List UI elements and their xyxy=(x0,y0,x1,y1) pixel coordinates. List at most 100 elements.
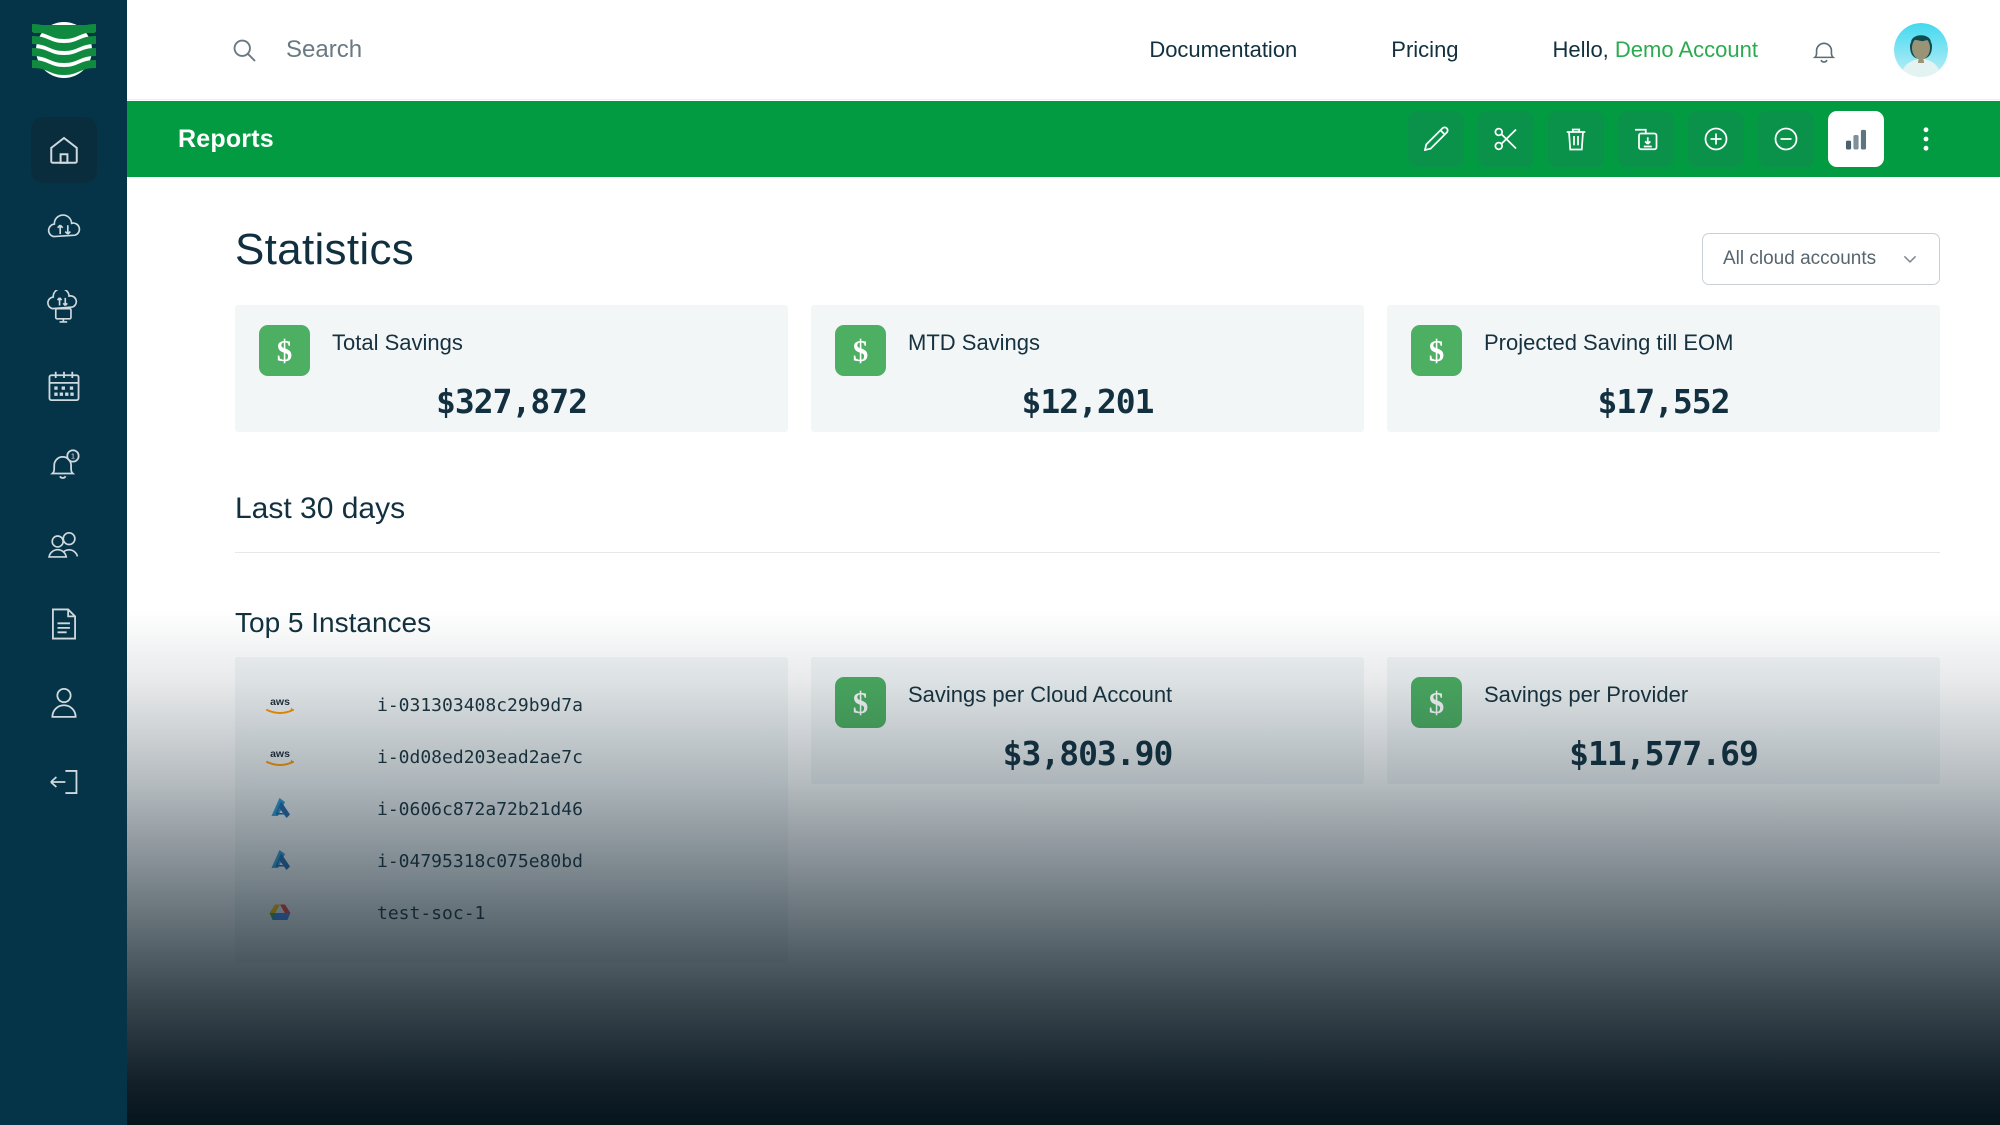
search-input[interactable] xyxy=(286,35,646,64)
list-item[interactable]: i-0606c872a72b21d46 xyxy=(259,783,764,835)
total-savings-label: Total Savings xyxy=(332,330,463,355)
top-navigation-bar: Documentation Pricing Hello, Demo Accoun… xyxy=(127,0,2000,100)
bell-icon xyxy=(1812,42,1836,63)
sidebar-item-cloud-instances[interactable] xyxy=(0,268,127,347)
greeting-prefix: Hello, xyxy=(1552,36,1609,62)
stat-cards-row: $ Total Savings $327,872 $ MTD Savings $… xyxy=(235,305,1940,432)
dollar-icon: $ xyxy=(1411,677,1462,728)
top-instances-list: aws i-031303408c29b9d7a aws i-0d08ed203e… xyxy=(235,657,788,963)
sidebar-item-cloud-transfer[interactable] xyxy=(0,189,127,268)
user-avatar xyxy=(1894,22,1948,77)
list-item[interactable]: aws i-0d08ed203ead2ae7c xyxy=(259,731,764,783)
search-area[interactable] xyxy=(230,35,646,64)
pricing-link[interactable]: Pricing xyxy=(1391,37,1458,63)
savings-per-cloud-account-value: $3,803.90 xyxy=(1002,734,1174,773)
sidebar-item-teams[interactable] xyxy=(0,505,127,584)
trash-icon xyxy=(1566,128,1586,151)
mtd-savings-value: $12,201 xyxy=(1021,382,1154,421)
instance-id: i-0606c872a72b21d46 xyxy=(377,798,583,820)
add-button[interactable] xyxy=(1688,111,1744,167)
bottom-row: aws i-031303408c29b9d7a aws i-0d08ed203e… xyxy=(235,657,1940,963)
user-icon xyxy=(50,687,77,718)
list-item[interactable]: test-soc-1 xyxy=(259,887,764,939)
avatar[interactable] xyxy=(1894,22,1948,77)
cloud-stripes-logo xyxy=(31,22,96,78)
remove-button[interactable] xyxy=(1758,111,1814,167)
scissors-icon xyxy=(1494,127,1517,151)
delete-button[interactable] xyxy=(1548,111,1604,167)
calendar-icon xyxy=(48,371,79,401)
chevron-down-icon xyxy=(1904,256,1916,263)
plus-circle-icon xyxy=(1704,127,1728,151)
mtd-savings-card[interactable]: $ MTD Savings $12,201 xyxy=(811,305,1364,432)
more-options-button[interactable] xyxy=(1898,111,1954,167)
dollar-icon: $ xyxy=(835,325,886,376)
top-links: Documentation Pricing Hello, Demo Accoun… xyxy=(1149,22,2000,77)
mtd-savings-label: MTD Savings xyxy=(908,330,1041,355)
save-button[interactable] xyxy=(1618,111,1674,167)
notifications-button[interactable] xyxy=(1804,30,1844,70)
total-savings-value: $327,872 xyxy=(436,382,588,421)
sidebar: 1 xyxy=(0,0,127,1125)
savings-per-provider-value: $11,577.69 xyxy=(1569,734,1759,773)
section-divider xyxy=(235,552,1940,553)
savings-per-cloud-account-label: Savings per Cloud Account xyxy=(908,682,1173,707)
toolbar-actions xyxy=(1394,111,2000,167)
svg-text:aws: aws xyxy=(270,696,290,708)
cloud-account-filter-value: All cloud accounts xyxy=(1723,248,1877,269)
sidebar-item-logout[interactable] xyxy=(0,742,127,821)
projected-savings-card[interactable]: $ Projected Saving till EOM $17,552 xyxy=(1387,305,1940,432)
page-title-reports: Reports xyxy=(178,124,274,153)
svg-text:aws: aws xyxy=(270,748,290,760)
gcp-logo-icon xyxy=(259,901,301,925)
pencil-icon xyxy=(1423,126,1449,152)
sidebar-item-home[interactable] xyxy=(0,110,127,189)
savings-per-cloud-account-card[interactable]: $ Savings per Cloud Account $3,803.90 xyxy=(811,657,1364,784)
save-download-icon xyxy=(1635,128,1658,151)
instance-id: test-soc-1 xyxy=(377,902,486,924)
azure-logo-icon xyxy=(259,848,301,874)
app-logo[interactable] xyxy=(0,0,127,100)
list-item[interactable]: i-04795318c075e80bd xyxy=(259,835,764,887)
savings-per-provider-card[interactable]: $ Savings per Provider $11,577.69 xyxy=(1387,657,1940,784)
page-toolbar: Reports xyxy=(127,101,2000,177)
instance-id: i-0d08ed203ead2ae7c xyxy=(377,746,583,768)
page-title: Statistics xyxy=(235,225,415,274)
edit-button[interactable] xyxy=(1408,111,1464,167)
home-icon xyxy=(49,136,78,164)
statistics-button[interactable] xyxy=(1828,111,1884,167)
total-savings-card[interactable]: $ Total Savings $327,872 xyxy=(235,305,788,432)
aws-logo-icon: aws xyxy=(259,694,301,716)
cloud-account-filter[interactable]: All cloud accounts xyxy=(1702,233,1940,285)
sidebar-item-schedules[interactable] xyxy=(0,347,127,426)
cloud-monitor-icon xyxy=(46,289,77,323)
aws-logo-icon: aws xyxy=(259,746,301,768)
bar-chart-icon xyxy=(1845,129,1867,150)
sidebar-item-reports[interactable] xyxy=(0,584,127,663)
cut-button[interactable] xyxy=(1478,111,1534,167)
dollar-icon: $ xyxy=(1411,325,1462,376)
greeting: Hello, Demo Account xyxy=(1553,37,1758,63)
account-name-link[interactable]: Demo Account xyxy=(1615,37,1758,62)
list-item[interactable]: aws i-031303408c29b9d7a xyxy=(259,679,764,731)
bell-badge-icon: 1 xyxy=(49,448,80,479)
statistics-header-row: Statistics All cloud accounts xyxy=(235,177,1940,285)
sidebar-item-notifications[interactable]: 1 xyxy=(0,426,127,505)
period-title: Last 30 days xyxy=(235,492,406,525)
document-icon xyxy=(51,608,76,639)
search-icon xyxy=(233,39,256,61)
main-content: Statistics All cloud accounts $ Total Sa… xyxy=(127,177,2000,1125)
minus-circle-icon xyxy=(1774,127,1798,151)
azure-logo-icon xyxy=(259,796,301,822)
top-instances-title: Top 5 Instances xyxy=(235,607,432,638)
sidebar-item-profile[interactable] xyxy=(0,663,127,742)
notification-count: 1 xyxy=(70,451,74,460)
documentation-link[interactable]: Documentation xyxy=(1149,37,1297,63)
cloud-transfer-icon xyxy=(47,213,80,237)
dollar-icon: $ xyxy=(259,325,310,376)
projected-savings-label: Projected Saving till EOM xyxy=(1484,330,1734,355)
sidebar-nav: 1 xyxy=(0,100,127,821)
dollar-icon: $ xyxy=(835,677,886,728)
savings-per-provider-label: Savings per Provider xyxy=(1484,682,1689,707)
content-inner: Statistics All cloud accounts $ Total Sa… xyxy=(127,177,2000,963)
